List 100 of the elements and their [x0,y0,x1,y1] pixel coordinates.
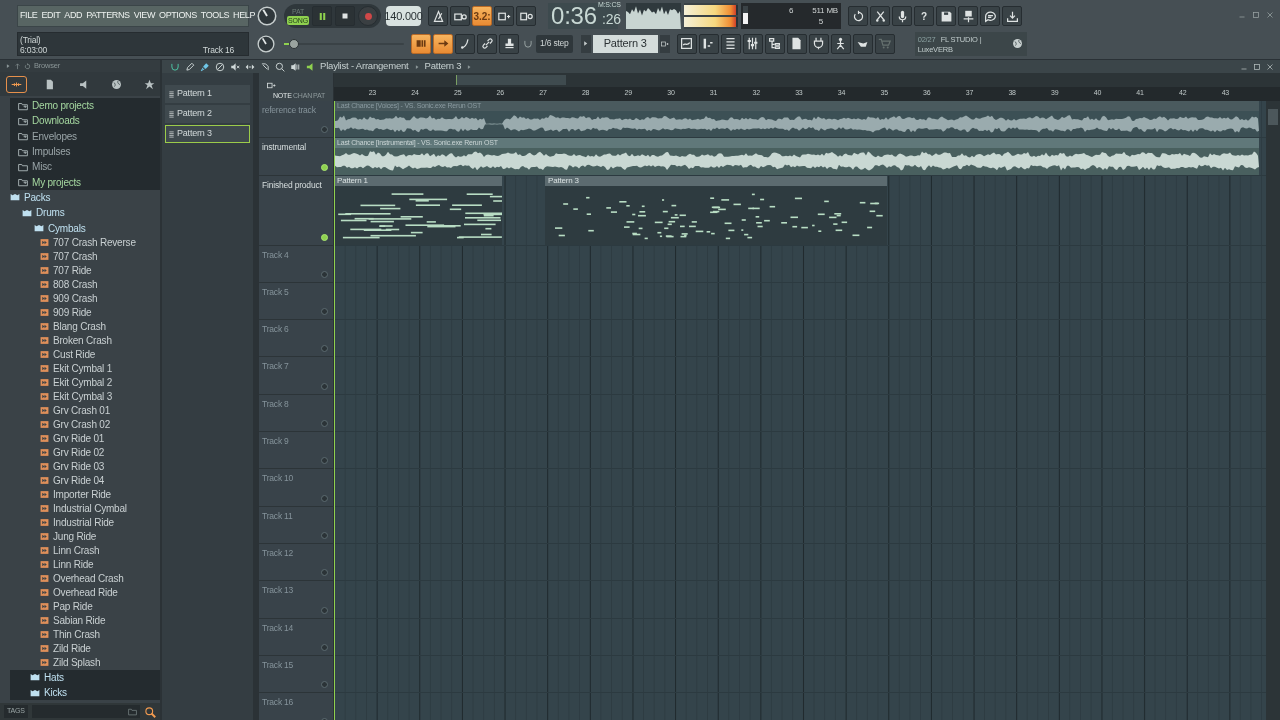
tree-item[interactable]: Jung Ride [0,529,160,544]
tree-item[interactable]: Blang Crash [0,319,160,334]
vertical-scrollbar[interactable] [1266,101,1280,720]
tree-item[interactable]: Grv Ride 01 [0,431,160,446]
up-arrow-icon[interactable] [14,62,21,70]
overview-scrollbar[interactable] [334,73,1280,87]
tree-item[interactable]: 808 Crash [0,277,160,292]
menu-item[interactable]: FILE [20,9,38,23]
tree-item[interactable]: Demo projects [10,98,160,114]
slider-thumb[interactable] [288,38,299,49]
pitch-slider[interactable] [284,38,404,49]
tree-item[interactable]: Industrial Ride [0,515,160,530]
pattern-list-item[interactable]: Pattern 1 [165,85,250,103]
pattern-clip[interactable]: Pattern 1 [334,175,502,245]
tree-item[interactable]: Industrial Cymbal [0,501,160,516]
tree-item[interactable]: 909 Ride [0,305,160,320]
tree-item[interactable]: Sabian Ride [0,613,160,628]
download-button[interactable] [1002,6,1022,26]
scroll-thumb[interactable] [1268,109,1278,125]
step-button[interactable] [494,6,514,26]
tag-filter-field[interactable] [31,705,140,718]
tree-item[interactable]: Cymbals [0,220,160,236]
disk-export-button[interactable] [958,6,978,26]
scroll-thumb[interactable] [456,75,566,85]
piano-roll-button[interactable] [698,33,719,54]
tree-item[interactable]: Linn Crash [0,543,160,558]
brush-tool[interactable] [200,61,210,72]
menu-item[interactable]: EDIT [41,9,61,23]
tree-item[interactable]: 707 Crash [0,249,160,264]
tree-item[interactable]: Zild Ride [0,641,160,656]
magnet-tool[interactable] [170,61,180,72]
help-button[interactable]: ? [914,6,934,26]
menu-item[interactable]: OPTIONS [159,9,197,23]
tree-item[interactable]: Overhead Ride [0,585,160,600]
track-mute-led[interactable] [321,643,328,651]
tree-item[interactable]: Grv Ride 04 [0,473,160,488]
pitch-knob[interactable] [257,34,275,53]
add-pattern-button[interactable] [659,34,670,53]
browser-tab[interactable] [6,75,28,93]
plug-button[interactable] [808,33,829,54]
select-tool[interactable] [260,61,270,72]
volume-knob[interactable] [257,6,277,26]
track-mute-led[interactable] [321,126,328,134]
maximize-icon[interactable] [1252,11,1260,19]
tree-item[interactable]: Overhead Crash [0,571,160,586]
add-track-button[interactable] [267,81,276,90]
tree-item[interactable]: Packs [0,189,160,206]
tree-item[interactable]: Misc [10,159,160,175]
list-button[interactable] [720,33,741,54]
pattern-clip[interactable]: Pattern 3 [545,175,887,245]
close-icon[interactable] [1266,11,1274,19]
tree-item[interactable]: Grv Ride 03 [0,459,160,474]
mixer-faders-button[interactable] [742,33,763,54]
menu-item[interactable]: TOOLS [200,9,230,23]
track-mute-led[interactable] [321,420,328,428]
track-mute-led[interactable] [321,270,328,278]
tree-item[interactable]: Importer Ride [0,487,160,502]
menu-item[interactable]: PATTERNS [86,9,130,23]
track-mute-led[interactable] [321,606,328,614]
metronome-button[interactable] [428,6,448,26]
tree-item[interactable]: Drums [0,205,160,221]
countdown-button[interactable]: 3.2: [472,6,492,26]
pattern-selector[interactable]: Pattern 3 [592,34,658,53]
tree-item[interactable]: Thin Crash [0,627,160,642]
tree-item[interactable]: Hats [10,669,160,685]
document-button[interactable] [786,33,807,54]
tree-button[interactable] [764,33,785,54]
tree-item[interactable]: 707 Ride [0,263,160,278]
tree-item[interactable]: Zild Splash [0,655,160,670]
arrow-button[interactable] [433,33,453,54]
menu-item[interactable]: ADD [64,9,83,23]
tree-item[interactable]: 707 Crash Reverse [0,235,160,250]
track-mute-led[interactable] [321,531,328,539]
tree-item[interactable]: Cust Ride [0,347,160,362]
loop-button[interactable] [516,6,536,26]
mute-tool[interactable] [230,61,240,72]
menu-item[interactable]: HELP [233,9,256,23]
search-icon[interactable] [144,705,156,718]
globe-icon[interactable] [1011,37,1023,49]
track-mute-led[interactable] [321,382,328,390]
chain-link-button[interactable] [477,33,497,54]
scissors-button[interactable] [870,6,890,26]
floppy-disk-button[interactable] [936,6,956,26]
back-arrow-icon[interactable] [24,62,31,70]
tree-item[interactable]: Ekit Cymbal 2 [0,375,160,390]
pause-button[interactable] [312,6,332,26]
tree-item[interactable]: Broken Crash [0,333,160,348]
tree-item[interactable]: My projects [10,174,160,190]
tree-item[interactable]: Linn Ride [0,557,160,572]
speech-bubble-button[interactable] [980,6,1000,26]
pattern-list-item[interactable]: Pattern 3 [165,125,250,143]
tree-item[interactable]: 909 Crash [0,291,160,306]
tree-item[interactable]: Downloads [10,113,160,129]
maximize-icon[interactable] [1253,62,1261,71]
track-mute-led[interactable] [321,345,328,353]
curve-button[interactable] [455,33,475,54]
speaker-icon[interactable] [305,61,315,72]
tree-item[interactable]: Grv Crash 01 [0,403,160,418]
stamp-button[interactable] [499,33,519,54]
circular-arrow-button[interactable] [848,6,868,26]
